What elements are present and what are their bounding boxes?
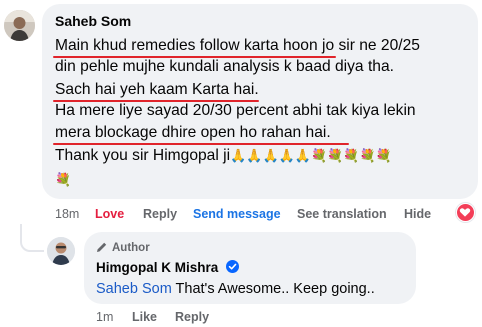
see-translation-button[interactable]: See translation	[297, 207, 387, 221]
folded-hands-emoji: 🙏	[230, 148, 247, 164]
comment-line-1: Main khud remedies follow karta hoon jo …	[55, 36, 420, 55]
comment-line-6: Thank you sir Himgopal ji🙏🙏🙏🙏🙏💐💐💐💐💐	[55, 146, 392, 165]
commenter-avatar[interactable]	[4, 10, 35, 41]
love-reaction-button[interactable]: Love	[95, 207, 124, 221]
reply-body: That's Awesome.. Keep going..	[171, 281, 375, 297]
comment-line-7: 💐	[55, 170, 71, 189]
comment-line-3: Sach hai yeh kaam Karta hai.	[55, 81, 259, 98]
reply-button[interactable]: Reply	[175, 310, 209, 324]
comment-author[interactable]: Saheb Som	[55, 13, 131, 29]
reply-actions: 1m Like Reply	[0, 310, 482, 326]
reply-author: Himgopal K Mishra	[96, 260, 240, 275]
pen-icon	[97, 242, 107, 252]
comment-line-4: Ha mere liye sayad 20/30 percent abhi ta…	[55, 102, 416, 119]
folded-hands-emoji: 🙏	[278, 148, 295, 164]
user-avatar-icon	[4, 10, 35, 41]
hide-button[interactable]: Hide	[404, 207, 431, 221]
bouquet-emoji: 💐	[375, 148, 392, 164]
comment-line-2: din pehle mujhe kundali analysis k baad …	[55, 58, 394, 75]
reply-timestamp[interactable]: 1m	[96, 310, 113, 324]
bouquet-emoji: 💐	[359, 148, 376, 164]
verified-badge-icon	[226, 260, 240, 273]
reply-author-name[interactable]: Himgopal K Mishra	[96, 260, 218, 275]
folded-hands-emoji: 🙏	[246, 148, 263, 164]
underlined-phrase: Main khud remedies follow karta hoon	[55, 37, 318, 54]
reply-button[interactable]: Reply	[143, 207, 177, 221]
comment-thread: Saheb Som Main khud remedies follow kart…	[0, 0, 482, 327]
emoji-row: 🙏🙏🙏🙏🙏💐💐💐💐💐	[230, 147, 392, 164]
author-badge-label: Author	[112, 242, 150, 254]
folded-hands-emoji: 🙏	[262, 148, 279, 164]
author-badge: Author	[96, 241, 150, 255]
bouquet-emoji: 💐	[343, 148, 360, 164]
comment-line-5: mera blockage dhire open ho rahan hai.	[55, 124, 331, 141]
heart-icon	[459, 208, 471, 217]
folded-hands-emoji: 🙏	[294, 148, 312, 164]
red-underline	[53, 143, 349, 145]
bouquet-emoji: 💐	[311, 148, 328, 164]
comment-text: jo sir ne 20/25	[317, 37, 420, 54]
comment-timestamp[interactable]: 18m	[55, 207, 79, 221]
send-message-button[interactable]: Send message	[193, 207, 281, 221]
mention-link[interactable]: Saheb Som	[96, 281, 172, 297]
thread-connector	[20, 224, 44, 252]
bouquet-emoji: 💐	[327, 148, 344, 164]
comment-text: Thank you sir Himgopal ji	[55, 147, 231, 164]
heart-reaction-icon[interactable]	[456, 203, 475, 222]
comment-actions: 18m Love Reply Send message See translat…	[0, 205, 482, 223]
like-button[interactable]: Like	[132, 310, 157, 324]
reply-text: Saheb Som That's Awesome.. Keep going..	[96, 281, 375, 297]
user-avatar-icon	[47, 237, 75, 265]
bouquet-emoji: 💐	[55, 172, 72, 188]
author-avatar[interactable]	[47, 237, 75, 265]
